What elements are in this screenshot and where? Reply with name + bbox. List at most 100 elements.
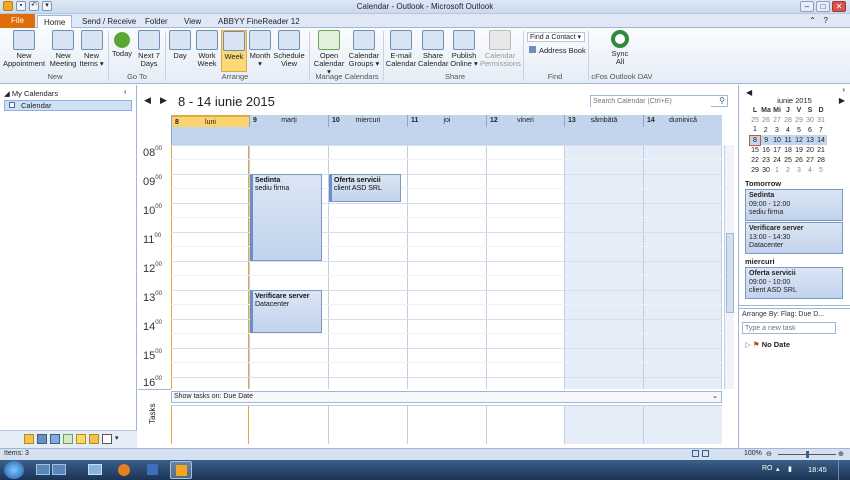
normal-view-icon[interactable] — [692, 450, 699, 457]
my-calendars-header[interactable]: ◢ My Calendars — [4, 89, 58, 98]
new-meeting-button[interactable]: New Meeting — [48, 30, 78, 68]
search-icon[interactable]: ⚲ — [719, 96, 725, 105]
help-icon[interactable]: ? — [824, 16, 828, 25]
appointment-sedinta[interactable]: Sedinta sediu firma — [250, 174, 322, 261]
notes-icon[interactable] — [76, 434, 86, 444]
tab-abbyy[interactable]: ABBYY FineReader 12 — [212, 15, 306, 28]
schedule-view-button[interactable]: Schedule View — [273, 30, 305, 68]
day-column-14[interactable] — [643, 145, 722, 389]
schedule-icon — [278, 30, 300, 50]
calendar-nav-icon[interactable] — [37, 434, 47, 444]
next-week-button[interactable]: ▶ — [160, 95, 167, 106]
day-header-12[interactable]: 12 vineri — [486, 115, 564, 127]
work-week-button[interactable]: Work Week — [194, 30, 220, 68]
time-label: 1200 — [143, 262, 162, 275]
firefox-icon[interactable] — [114, 462, 134, 478]
prev-week-button[interactable]: ◀ — [144, 95, 151, 106]
network-icon[interactable]: ▮ — [788, 465, 792, 473]
sync-all-button[interactable]: Sync All — [600, 30, 640, 66]
calendar-permissions-button[interactable]: Calendar Permissions — [480, 30, 521, 68]
day-column-8[interactable] — [171, 145, 249, 389]
contacts-icon[interactable] — [50, 434, 60, 444]
appointment-oferta-servicii[interactable]: Oferta servicii client ASD SRL — [329, 174, 401, 202]
close-button[interactable]: ✕ — [832, 1, 846, 12]
day-view-button[interactable]: Day — [168, 30, 192, 60]
tray-arrow-icon[interactable]: ▴ — [776, 465, 780, 473]
mini-next-month[interactable]: ▶ — [839, 96, 845, 105]
outlook-taskbar-button[interactable] — [170, 461, 192, 479]
mail-icon[interactable] — [24, 434, 34, 444]
day-column-12[interactable] — [486, 145, 564, 389]
chevron-down-icon[interactable]: ⌄ — [712, 392, 718, 402]
show-desktop-button[interactable] — [838, 460, 850, 480]
cfos-sync-icon — [611, 30, 629, 48]
peek-appointment-sedinta[interactable]: Sedinta 09:00 - 12:00 sediu firma — [745, 189, 843, 221]
week-view-button[interactable]: Week — [221, 30, 247, 72]
day-header-11[interactable]: 11 joi — [407, 115, 486, 127]
day-header-8[interactable]: 8 luni — [171, 115, 249, 127]
language-indicator[interactable]: RO — [762, 465, 773, 472]
zoom-slider-thumb[interactable] — [806, 451, 809, 458]
tab-file[interactable]: File — [0, 14, 35, 28]
new-items-button[interactable]: New Items ▾ — [79, 30, 104, 68]
address-book-button[interactable]: Address Book — [529, 46, 586, 55]
maximize-button[interactable]: □ — [816, 1, 830, 12]
open-calendar-button[interactable]: Open Calendar ▾ — [311, 30, 347, 76]
tab-send-receive[interactable]: Send / Receive — [76, 15, 142, 28]
email-calendar-button[interactable]: E-mail Calendar — [385, 30, 417, 68]
address-book-icon — [529, 46, 536, 53]
zoom-out-button[interactable]: ⊖ — [766, 450, 772, 458]
arrange-by-header[interactable]: Arrange By: Flag: Due D... — [742, 311, 848, 318]
explorer-icon[interactable] — [36, 464, 50, 475]
find-contact-input[interactable]: Find a Contact ▾ — [527, 32, 585, 42]
new-task-input[interactable] — [742, 322, 836, 334]
calendar-groups-button[interactable]: Calendar Groups ▾ — [348, 30, 380, 68]
new-appointment-button[interactable]: New Appointment — [2, 30, 46, 68]
minimize-button[interactable]: – — [800, 1, 814, 12]
app-icon[interactable] — [52, 464, 66, 475]
all-day-row[interactable] — [171, 127, 722, 145]
ribbon: New Appointment New Meeting New Items ▾ Tod… — [0, 28, 850, 84]
vertical-scrollbar[interactable] — [724, 145, 734, 389]
checkbox-icon[interactable] — [9, 102, 15, 108]
close-todo-icon[interactable]: › — [842, 85, 845, 94]
meeting-icon — [52, 30, 74, 50]
peek-appointment-verificare[interactable]: Verificare server 13:00 - 14:30 Datacenter — [745, 222, 843, 254]
day-header-13[interactable]: 13 sâmbătă — [564, 115, 643, 127]
day-header-9[interactable]: 9 marți — [249, 115, 328, 127]
search-calendar-input[interactable] — [591, 96, 711, 107]
share-calendar-button[interactable]: Share Calendar — [418, 30, 448, 68]
day-header-10[interactable]: 10 miercuri — [328, 115, 407, 127]
configure-buttons-icon[interactable]: ▾ — [115, 434, 119, 444]
tab-home[interactable]: Home — [37, 15, 73, 28]
peek-appointment-oferta[interactable]: Oferta servicii 09:00 - 10:00 client ASD S… — [745, 267, 843, 299]
publish-online-button[interactable]: Publish Online ▾ — [449, 30, 479, 68]
tab-view[interactable]: View — [178, 15, 207, 28]
show-tasks-bar[interactable]: Show tasks on: Due Date ⌄ — [171, 391, 722, 403]
todo-splitter[interactable] — [739, 305, 850, 309]
calendar-item[interactable]: Calendar — [4, 100, 132, 111]
zoom-in-button[interactable]: ⊕ — [838, 450, 844, 458]
next-7-days-button[interactable]: Next 7 Days — [136, 30, 162, 68]
reading-view-icon[interactable] — [702, 450, 709, 457]
day-header-14[interactable]: 14 duminică — [643, 115, 722, 127]
start-button[interactable] — [4, 461, 24, 479]
day-column-11[interactable] — [407, 145, 486, 389]
day-column-13[interactable] — [564, 145, 643, 389]
save-floppy-icon[interactable] — [142, 462, 162, 478]
minimize-ribbon-icon[interactable]: ⌃ — [809, 16, 816, 25]
status-bar: Items: 3 100% ⊖ ⊕ — [0, 448, 850, 460]
tasks-area[interactable] — [171, 405, 722, 444]
tasks-side: Tasks — [138, 389, 171, 448]
today-button[interactable]: Today — [110, 30, 134, 58]
collapse-pane-icon[interactable]: ‹ — [124, 87, 127, 96]
month-view-button[interactable]: Month ▾ — [248, 30, 272, 68]
appointment-verificare-server[interactable]: Verificare server Datacenter — [250, 290, 322, 333]
folder-icon[interactable] — [89, 434, 99, 444]
show-desktop-icon[interactable] — [88, 464, 102, 475]
group-new-label: New — [47, 72, 63, 81]
tab-folder[interactable]: Folder — [139, 15, 174, 28]
shortcuts-icon[interactable] — [102, 434, 112, 444]
tasks-icon[interactable] — [63, 434, 73, 444]
no-date-group[interactable]: ▷ ⚑ No Date — [745, 340, 790, 349]
